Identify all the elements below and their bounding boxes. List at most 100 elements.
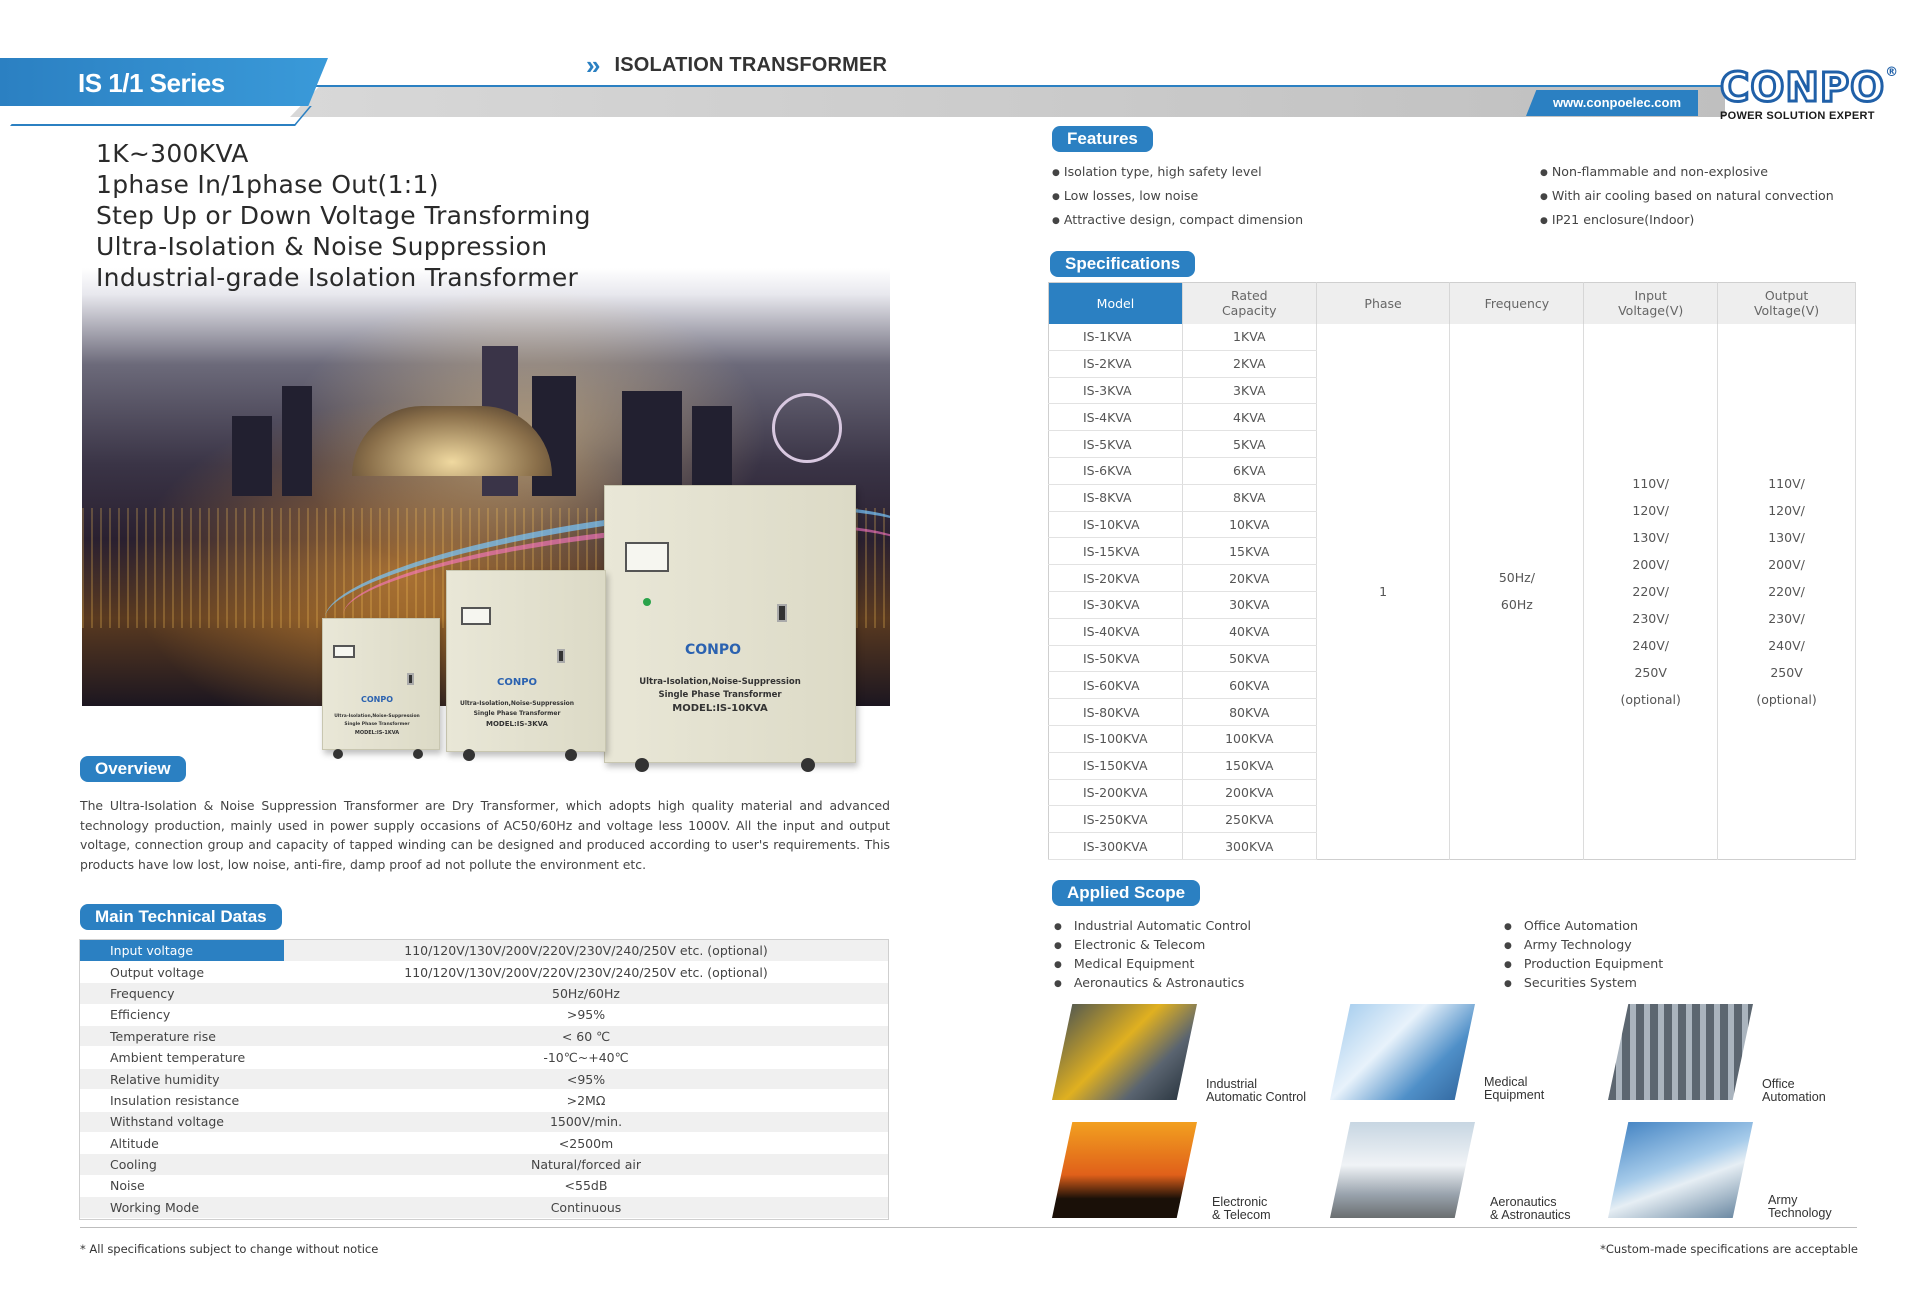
spec-capacity: 6KVA [1182,457,1317,485]
tech-param-value: -10℃~+40℃ [284,1046,888,1069]
double-chevron-icon: » [586,50,601,80]
spec-capacity: 300KVA [1182,832,1317,860]
spec-capacity: 250KVA [1182,805,1317,834]
spec-model: IS-100KVA [1048,725,1183,753]
headline-line: Industrial-grade Isolation Transformer [96,263,579,292]
series-underline [10,106,312,126]
spec-input-voltage-line: 220V/ [1632,583,1669,599]
skyline-building [282,386,312,496]
headline-line: 1K~300KVA [96,139,249,168]
spec-output-voltage-line: 200V/ [1768,556,1805,572]
spec-model: IS-10KVA [1048,511,1183,539]
tech-data-row: Input voltage 110/120V/130V/200V/220V/230… [80,940,888,962]
header-blue-rule [300,85,1722,87]
col-header-model: Model [1048,282,1183,324]
caster-wheel [635,758,649,772]
tech-param-value: Continuous [284,1196,888,1219]
unit-label: Ultra-Isolation,Noise-Suppression Single … [334,714,420,736]
website-url[interactable]: www.conpoelec.com [1526,90,1698,116]
tech-data-row: Altitude <2500m [80,1132,888,1155]
header-gray-band [290,87,1725,117]
tech-param-value: 50Hz/60Hz [284,982,888,1005]
spec-output-voltage-line: (optional) [1756,691,1817,707]
tech-param-value: <2500m [284,1132,888,1155]
spec-capacity: 150KVA [1182,752,1317,780]
spec-capacity: 8KVA [1182,484,1317,512]
spec-capacity: 2KVA [1182,350,1317,378]
tech-param-name: Output voltage [80,961,284,984]
unit-label: Ultra-Isolation,Noise-Suppression Single … [459,700,575,728]
unit-brand: CONPO [361,695,394,704]
spec-model: IS-80KVA [1048,698,1183,726]
spec-capacity: 80KVA [1182,698,1317,726]
conpo-logo: CONPO ® POWER SOLUTION EXPERT [1718,66,1898,122]
tech-data-row: Frequency 50Hz/60Hz [80,982,888,1005]
transformer-large: CONPO Ultra-Isolation,Noise-Suppression S… [604,485,856,772]
spec-model: IS-8KVA [1048,484,1183,512]
scope-item: Army Technology [1504,935,1663,954]
scope-item: Office Automation [1504,916,1663,935]
spec-model: IS-6KVA [1048,457,1183,485]
spec-frequency-line: 50Hz/ [1498,570,1535,586]
spec-capacity: 20KVA [1182,564,1317,592]
airplane-photo [1330,1122,1475,1218]
scope-item: Medical Equipment [1054,954,1251,973]
tech-data-row: Withstand voltage 1500V/min. [80,1111,888,1134]
headline-line: Step Up or Down Voltage Transforming [96,201,591,230]
volt-meter-icon [333,645,355,658]
tech-param-value: 110/120V/130V/200V/220V/230V/240/250V et… [284,940,888,962]
spec-capacity: 10KVA [1182,511,1317,539]
tech-param-value: <95% [284,1068,888,1091]
specifications-heading: Specifications [1050,251,1196,277]
scope-item: Securities System [1504,973,1663,992]
spec-input-voltage-line: 200V/ [1632,556,1669,572]
series-tab: IS 1/1 Series [0,58,328,106]
caster-wheel [463,749,475,761]
spec-model: IS-40KVA [1048,618,1183,646]
spec-output-voltage-line: 240V/ [1768,637,1805,653]
spec-input-voltage-line: 120V/ [1632,502,1669,518]
spec-model: IS-5KVA [1048,430,1183,458]
spec-model: IS-3KVA [1048,377,1183,405]
scope-item: Industrial Automatic Control [1054,916,1251,935]
spec-model: IS-20KVA [1048,564,1183,592]
spec-capacity: 200KVA [1182,779,1317,807]
tech-param-name: Temperature rise [80,1025,284,1048]
unit-brand: CONPO [497,677,538,688]
tile-label-aeronautics: Aeronautics & Astronautics [1490,1195,1571,1222]
scope-item: Electronic & Telecom [1054,935,1251,954]
tech-param-value: 110/120V/130V/200V/220V/230V/240/250V et… [284,961,888,984]
spec-capacity: 5KVA [1182,430,1317,458]
spec-input-voltage-line: 110V/ [1632,475,1669,491]
spec-model: IS-200KVA [1048,779,1183,807]
headline-line: 1phase In/1phase Out(1:1) [96,170,439,199]
spec-output-voltage-line: 130V/ [1768,529,1805,545]
spec-input-voltage-line: 250V [1634,664,1667,680]
scope-list-left: Industrial Automatic Control Electronic … [1054,916,1251,992]
overview-text: The Ultra-Isolation & Noise Suppression … [80,798,890,872]
tech-data-row: Ambient temperature -10℃~+40℃ [80,1046,888,1069]
tech-param-name: Insulation resistance [80,1089,284,1112]
spec-input-voltage-line: 240V/ [1632,637,1669,653]
spec-capacity: 15KVA [1182,537,1317,566]
tech-param-name: Noise [80,1175,284,1198]
tech-data-row: Relative humidity <95% [80,1068,888,1091]
spec-capacity: 40KVA [1182,618,1317,646]
spec-capacity: 60KVA [1182,671,1317,700]
spec-model: IS-150KVA [1048,752,1183,780]
spec-model: IS-300KVA [1048,832,1183,860]
tech-param-name: Input voltage [80,940,284,962]
feature-item: Non-flammable and non-explosive [1540,160,1834,184]
caster-wheel [413,749,423,759]
power-switch-icon [557,649,565,663]
col-header-output: Output Voltage(V) [1717,282,1856,324]
spec-phase: 1 [1316,323,1451,860]
scope-item: Aeronautics & Astronautics [1054,973,1251,992]
server-room-photo [1608,1004,1753,1100]
spec-capacity: 3KVA [1182,377,1317,405]
indicator-led [643,598,651,606]
tech-param-name: Altitude [80,1132,284,1155]
transformer-small: CONPO Ultra-Isolation,Noise-Suppression S… [322,618,440,759]
spec-model: IS-1KVA [1048,323,1183,351]
features-list-right: Non-flammable and non-explosive With air… [1540,160,1834,232]
